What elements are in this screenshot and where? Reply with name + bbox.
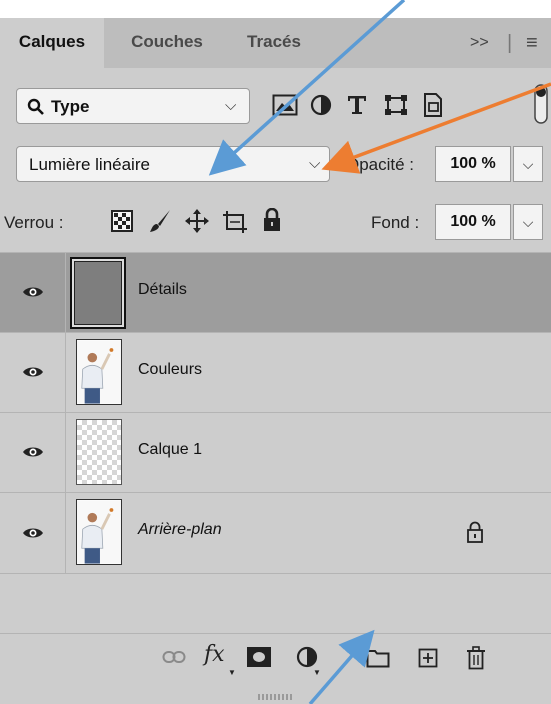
orange-arrow-blend-chevron — [321, 82, 551, 174]
blue-arrow-new-group — [308, 629, 375, 704]
blue-arrow-blend-mode — [208, 0, 406, 176]
annotation-overlay — [208, 0, 551, 704]
